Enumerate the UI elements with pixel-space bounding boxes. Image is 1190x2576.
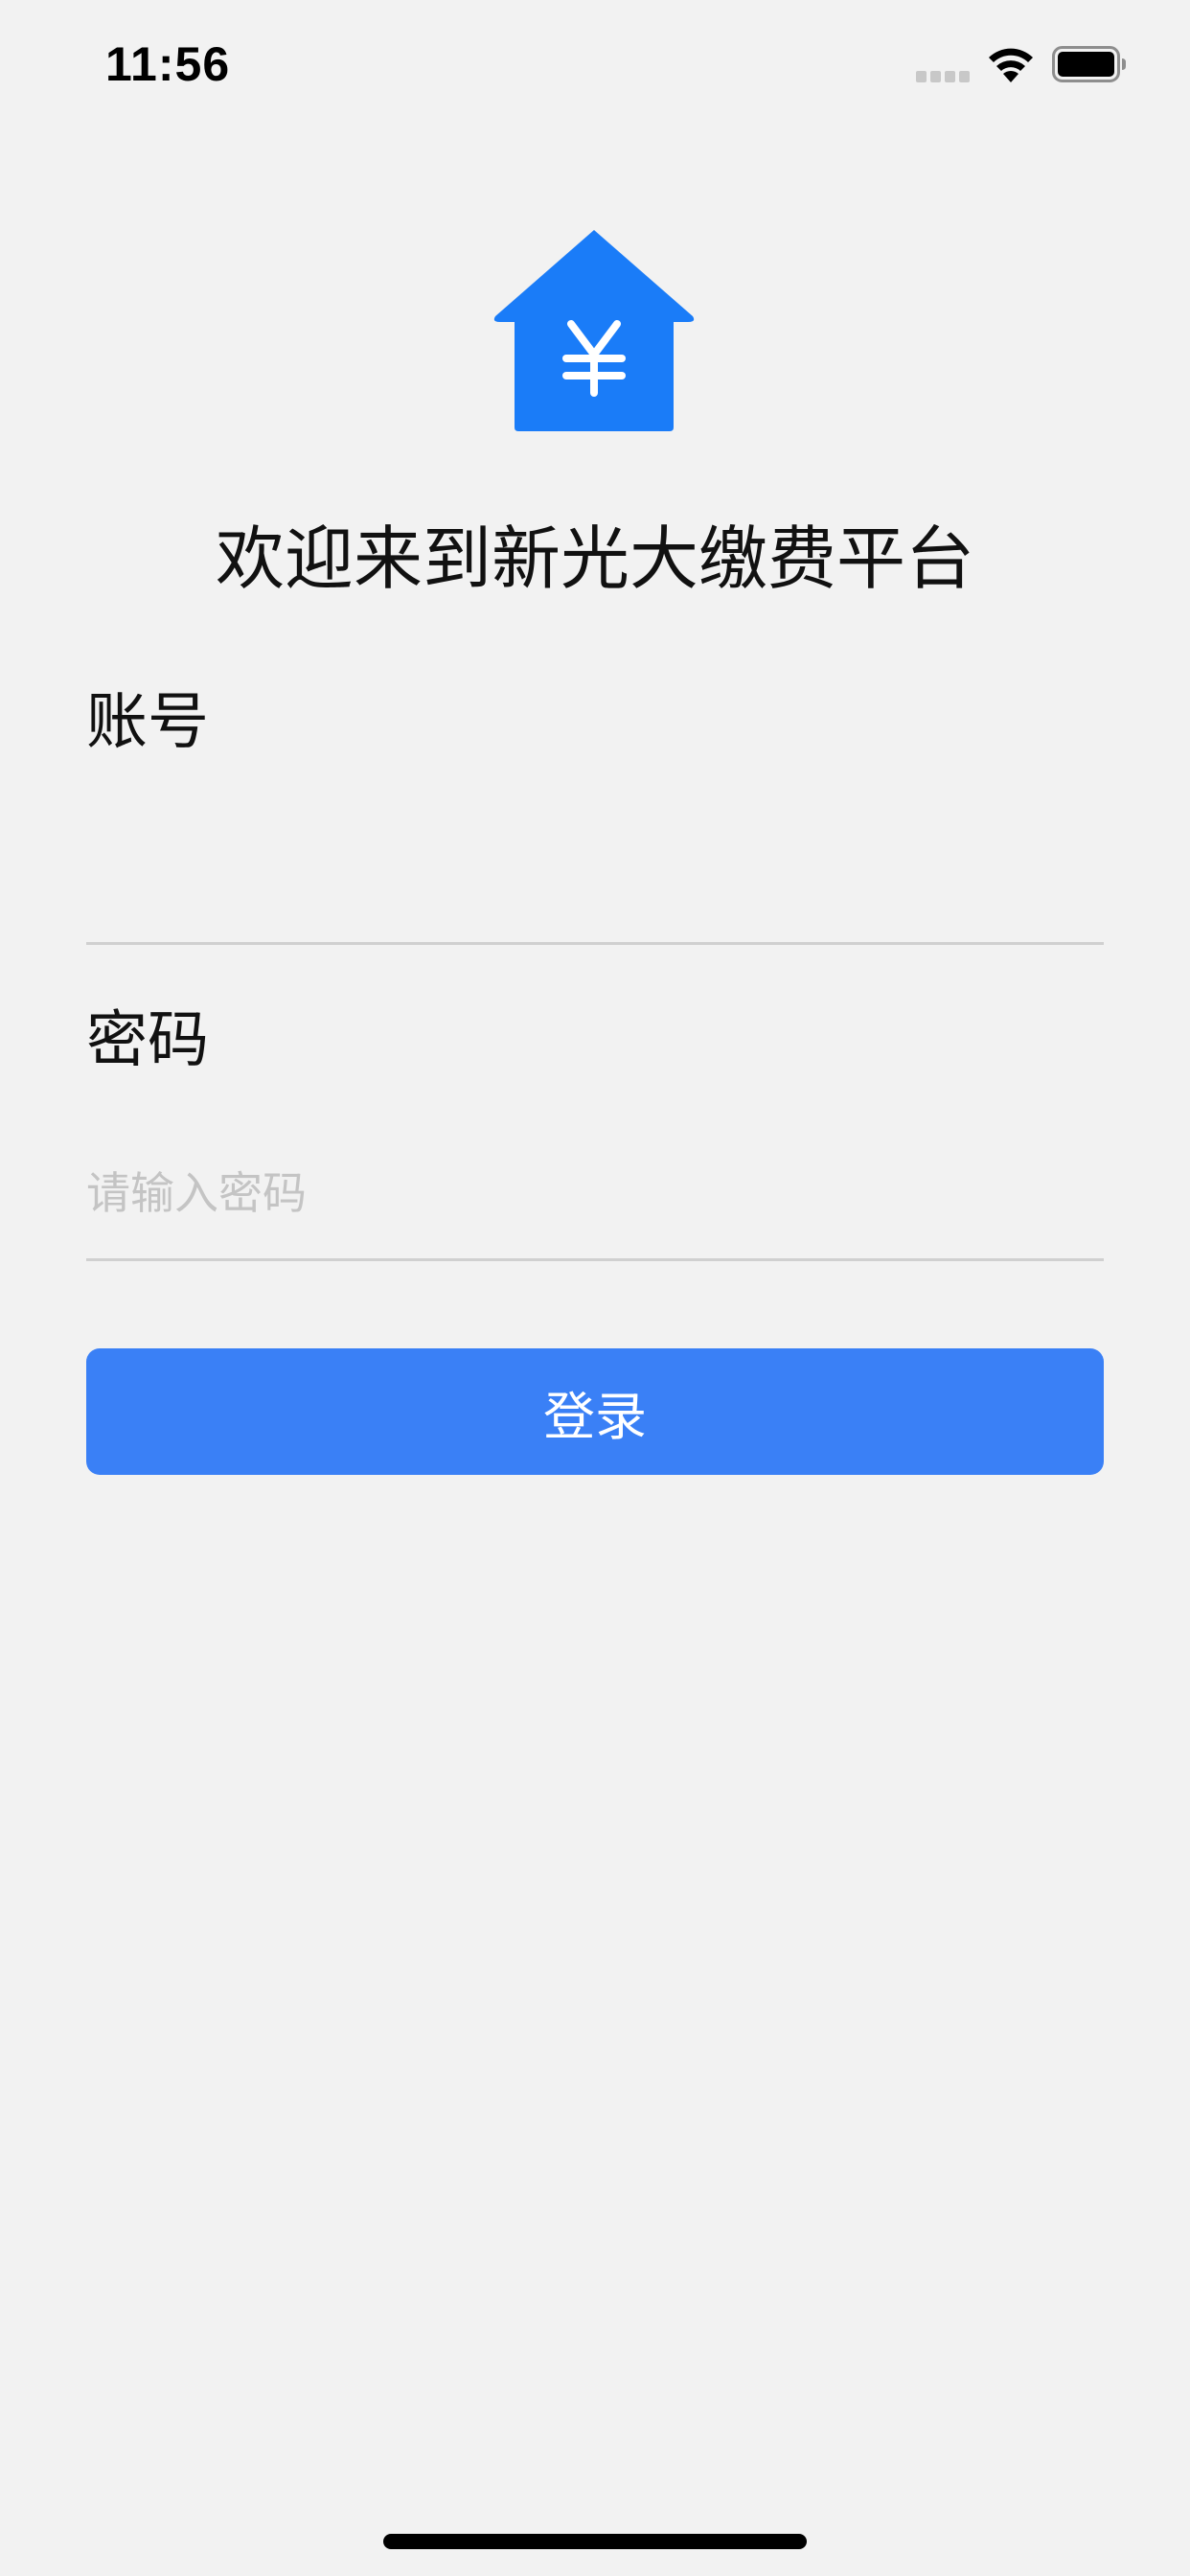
house-yen-icon — [493, 230, 695, 431]
account-divider — [86, 942, 1104, 945]
login-button[interactable]: 登录 — [86, 1348, 1104, 1475]
login-screen: 11:56 欢迎来到新光大缴费平台 账号 密码 登录 — [0, 0, 1190, 2576]
password-divider — [86, 1258, 1104, 1261]
password-input[interactable] — [86, 1150, 1104, 1236]
welcome-title: 欢迎来到新光大缴费平台 — [215, 518, 974, 599]
account-input[interactable] — [86, 824, 1104, 910]
battery-icon — [1052, 46, 1126, 82]
home-indicator[interactable] — [383, 2534, 807, 2549]
status-bar: 11:56 — [0, 0, 1190, 129]
status-time: 11:56 — [105, 37, 231, 91]
cellular-signal-icon — [916, 71, 970, 82]
account-label: 账号 — [86, 687, 209, 758]
password-label: 密码 — [86, 1005, 209, 1076]
wifi-icon — [989, 48, 1033, 82]
